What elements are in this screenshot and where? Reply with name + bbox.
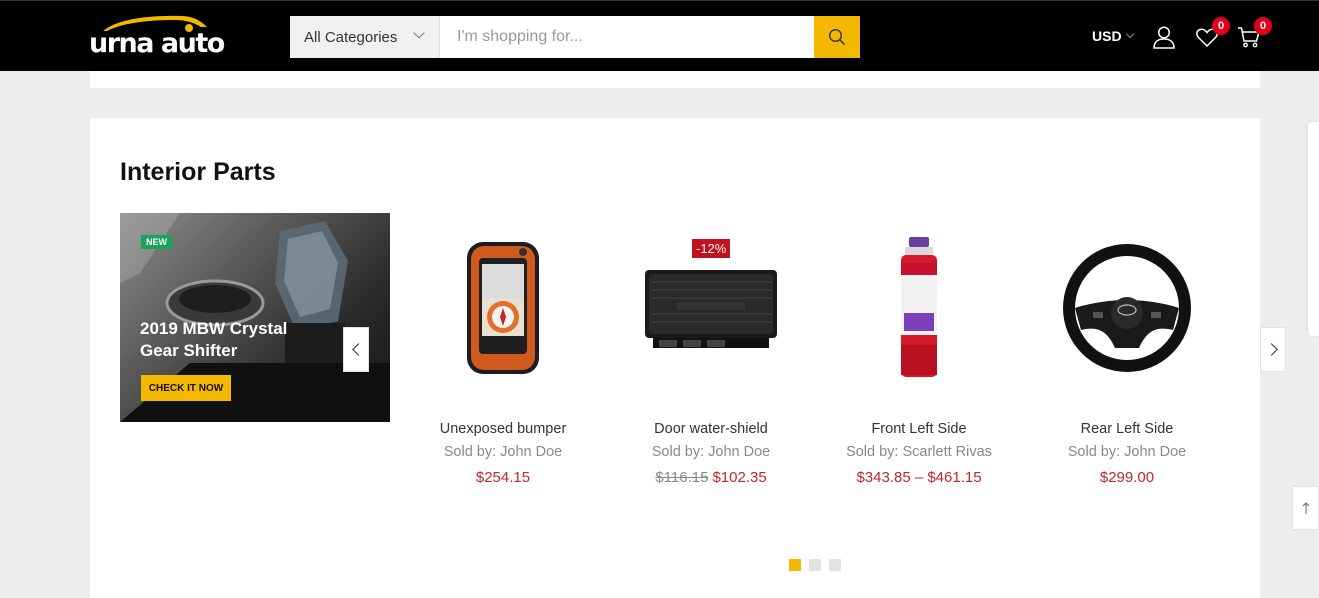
product-price: $116.15 $102.35 xyxy=(611,469,811,486)
currency-selector[interactable]: USD xyxy=(1092,28,1134,44)
site-header: urna auto All Categories USD 0 xyxy=(0,0,1319,71)
site-logo[interactable]: urna auto xyxy=(89,13,225,61)
new-badge: NEW xyxy=(141,235,172,249)
product-seller[interactable]: Sold by: John Doe xyxy=(403,444,603,460)
logo-text: urna auto xyxy=(89,28,225,59)
steering-wheel-image xyxy=(1063,244,1191,372)
product-image[interactable] xyxy=(1057,233,1197,383)
cart-count-badge: 0 xyxy=(1254,17,1272,35)
product-seller[interactable]: Sold by: John Doe xyxy=(611,444,811,460)
carousel-pagination xyxy=(789,559,841,571)
product-image[interactable] xyxy=(641,233,781,383)
product-card[interactable]: Unexposed bumper Sold by: John Doe $254.… xyxy=(403,213,603,503)
account-button[interactable] xyxy=(1152,25,1176,49)
product-card[interactable]: Front Left Side Sold by: Scarlett Rivas … xyxy=(819,213,1019,503)
interior-parts-section: Interior Parts NEW 2019 MBW Crystal Gear… xyxy=(90,118,1260,598)
product-image[interactable] xyxy=(433,233,573,383)
cart-button[interactable]: 0 xyxy=(1237,17,1272,49)
price-value: $299.00 xyxy=(1099,469,1155,486)
back-to-top-button[interactable] xyxy=(1292,486,1319,530)
gps-device-image xyxy=(467,242,539,374)
car-amplifier-image xyxy=(645,270,777,348)
carousel-dot[interactable] xyxy=(789,559,801,571)
promo-banner[interactable]: NEW 2019 MBW Crystal Gear Shifter CHECK … xyxy=(120,213,390,422)
category-select-label: All Categories xyxy=(304,28,398,46)
wishlist-count-badge: 0 xyxy=(1212,17,1230,35)
wishlist-button[interactable]: 0 xyxy=(1195,17,1230,49)
product-card[interactable]: -12% Door water-shield Sold by: John Doe… xyxy=(611,213,811,503)
product-image[interactable] xyxy=(849,233,989,383)
search-button[interactable] xyxy=(814,16,860,58)
product-card[interactable]: Rear Left Side Sold by: John Doe $299.00 xyxy=(1027,213,1227,503)
spray-can-image xyxy=(901,237,937,377)
search-input[interactable] xyxy=(440,16,814,58)
product-price: $343.85 – $461.15 xyxy=(819,469,1019,486)
carousel-dot[interactable] xyxy=(829,559,841,571)
price-value: $102.35 xyxy=(712,469,767,486)
price-value: $254.15 xyxy=(475,469,531,486)
content-strip xyxy=(90,71,1260,88)
product-seller[interactable]: Sold by: John Doe xyxy=(1027,444,1227,460)
chevron-right-icon xyxy=(1264,343,1278,356)
check-it-now-button[interactable]: CHECK IT NOW xyxy=(141,375,231,401)
chevron-left-icon xyxy=(351,343,365,356)
arrow-up-icon xyxy=(1302,502,1309,514)
user-icon xyxy=(1153,26,1175,49)
product-seller[interactable]: Sold by: Scarlett Rivas xyxy=(819,444,1019,460)
carousel-dot[interactable] xyxy=(809,559,821,571)
search-icon xyxy=(828,28,845,45)
product-name[interactable]: Rear Left Side xyxy=(1027,421,1227,437)
carousel-next-button[interactable] xyxy=(1260,327,1286,372)
product-name[interactable]: Front Left Side xyxy=(819,421,1019,437)
chevron-down-icon xyxy=(1125,29,1134,39)
product-name[interactable]: Unexposed bumper xyxy=(403,421,603,437)
side-panel-edge xyxy=(1308,122,1319,336)
old-price: $116.15 xyxy=(655,469,709,486)
section-title: Interior Parts xyxy=(120,158,276,186)
carousel-prev-button[interactable] xyxy=(343,327,369,372)
category-select[interactable]: All Categories xyxy=(290,16,440,58)
product-name[interactable]: Door water-shield xyxy=(611,421,811,437)
banner-title: 2019 MBW Crystal Gear Shifter xyxy=(140,319,288,360)
search-bar: All Categories xyxy=(290,16,860,58)
chevron-down-icon xyxy=(413,27,425,39)
price-value: $343.85 – $461.15 xyxy=(856,469,982,486)
product-price: $254.15 xyxy=(403,469,603,486)
product-price: $299.00 xyxy=(1027,469,1227,486)
currency-label: USD xyxy=(1092,28,1122,44)
